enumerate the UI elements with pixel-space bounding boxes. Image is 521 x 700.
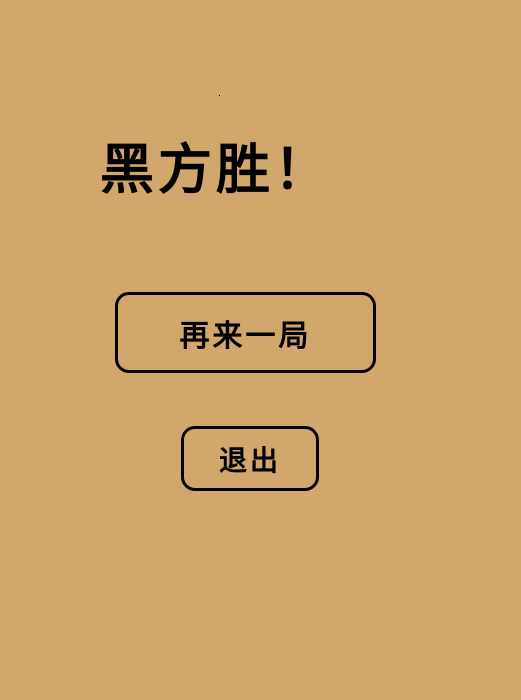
game-result-title: 黑方胜！ <box>100 137 332 201</box>
exit-button[interactable]: 退出 <box>181 426 319 491</box>
stray-pixel <box>219 95 220 96</box>
play-again-button[interactable]: 再来一局 <box>115 292 376 373</box>
